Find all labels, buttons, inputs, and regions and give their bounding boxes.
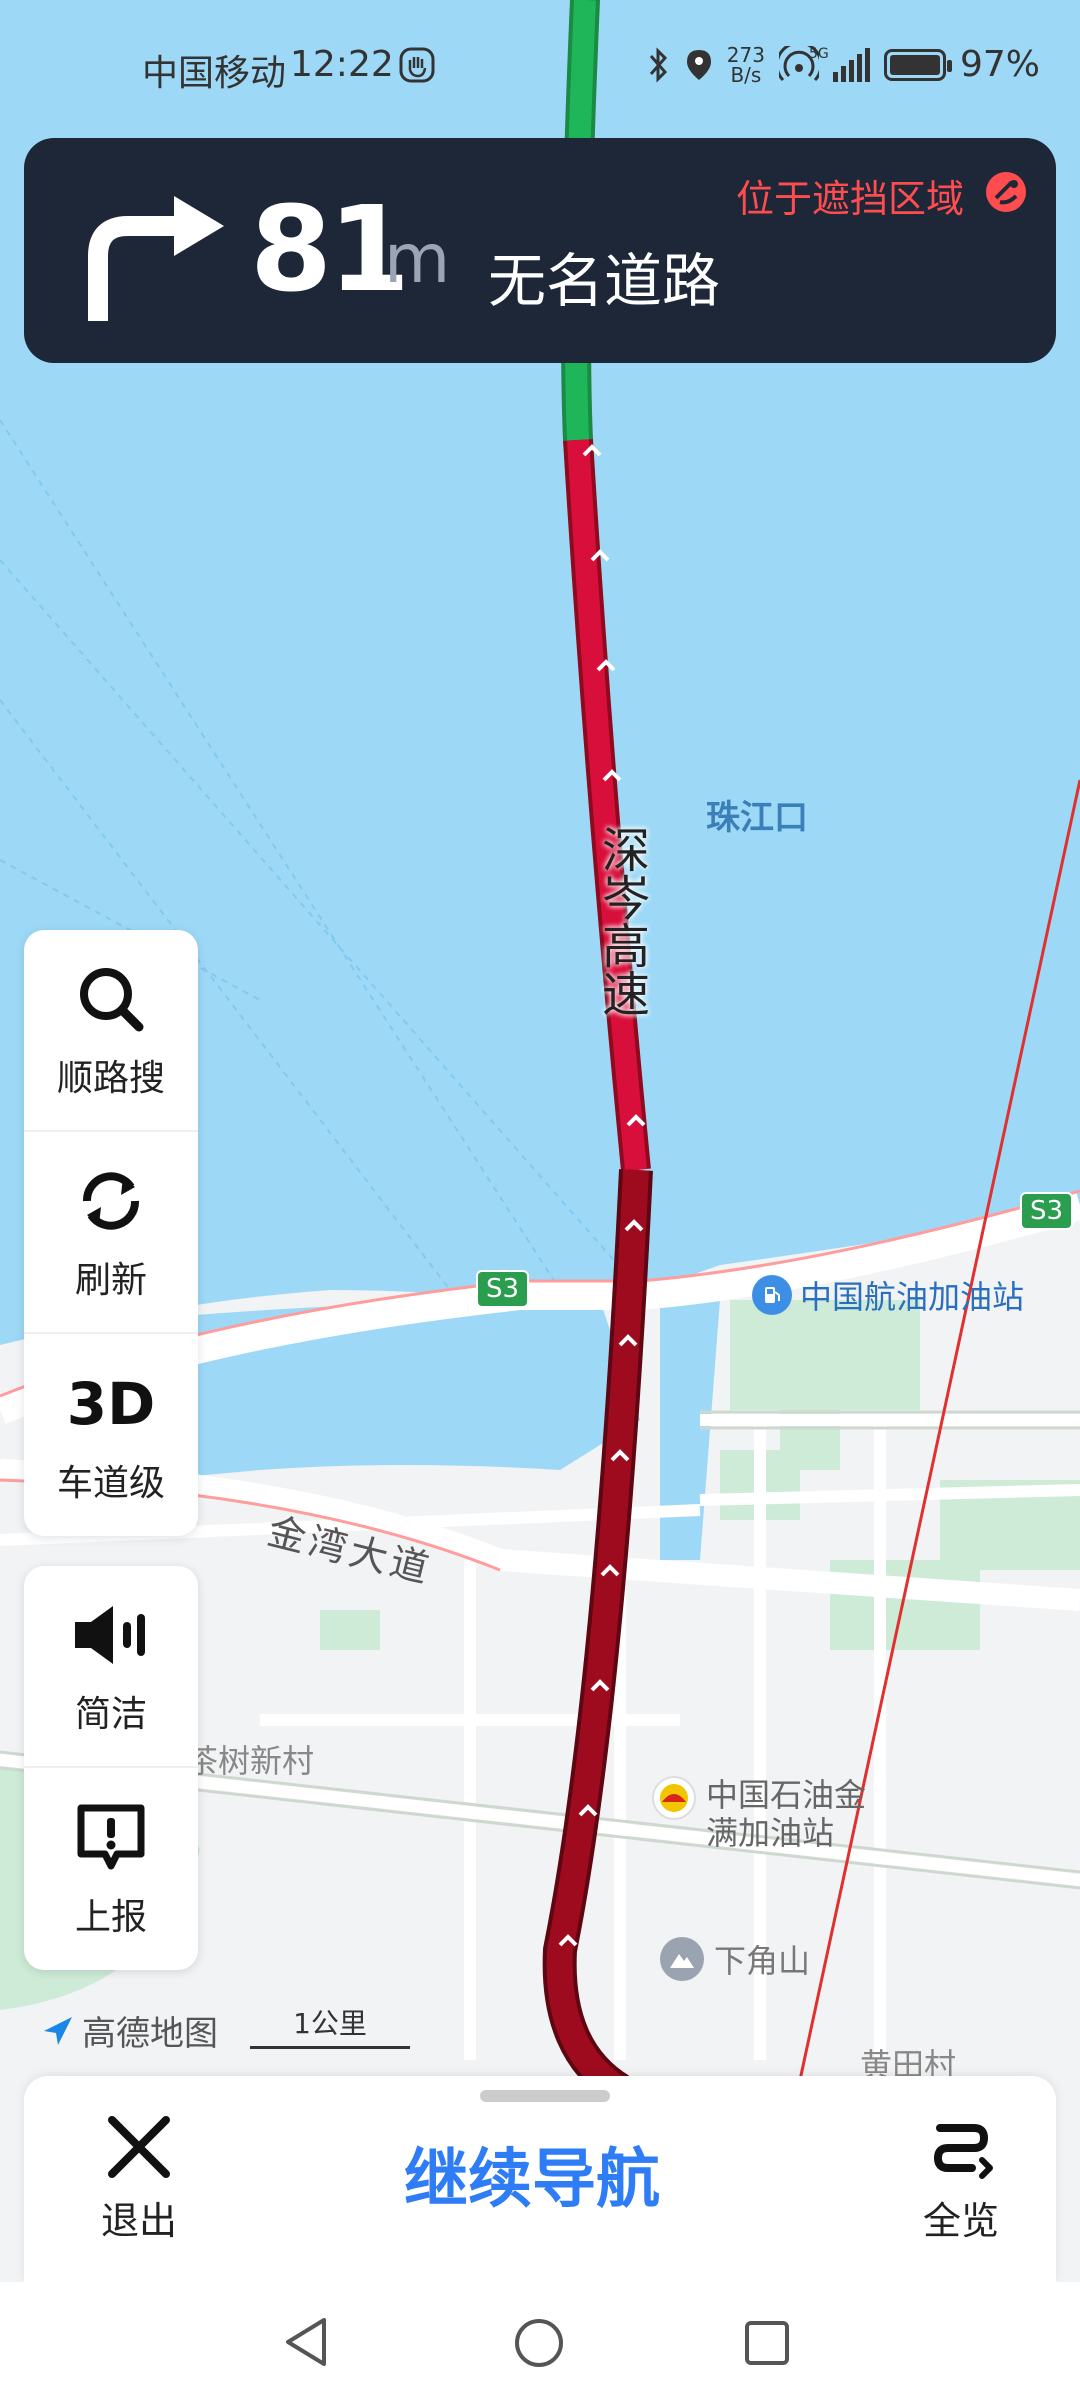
- distance-value: 81: [250, 180, 410, 318]
- lane-level-label: 车道级: [56, 1463, 165, 1504]
- map-scale: 1公里: [250, 2002, 410, 2049]
- carrier-name: 中国移动: [142, 53, 287, 94]
- satellite-icon: [986, 172, 1026, 212]
- report-icon: [77, 1804, 145, 1870]
- amap-logo-icon: [44, 2016, 72, 2045]
- mountain-icon: [660, 1937, 704, 1981]
- search-along-route-label: 顺路搜: [56, 1058, 165, 1099]
- report-label: 上报: [74, 1897, 147, 1938]
- continue-navigation-button[interactable]: 继续导航: [404, 2128, 660, 2220]
- exit-label: 退出: [100, 2199, 177, 2243]
- status-time: 12:22: [290, 44, 394, 85]
- location-icon: [686, 49, 711, 80]
- map-logo: 高德地图: [40, 2006, 218, 2055]
- mountain-poi[interactable]: 下角山: [660, 1936, 810, 1982]
- battery-percent: 97%: [959, 44, 1040, 85]
- expressway-shield-left: S3: [476, 1270, 530, 1308]
- back-icon[interactable]: [282, 2316, 330, 2368]
- home-icon[interactable]: [514, 2318, 564, 2368]
- overview-label: 全览: [922, 2199, 999, 2243]
- search-along-route-button[interactable]: 顺路搜: [24, 930, 198, 1132]
- gps-blocked-warning: 位于遮挡区域: [735, 177, 964, 221]
- overview-button[interactable]: 全览: [906, 2112, 1016, 2245]
- water-label: 珠江口: [706, 798, 808, 838]
- next-road-name: 无名道路: [488, 247, 721, 315]
- report-button[interactable]: 上报: [24, 1768, 198, 1970]
- status-bar: 中国移动 12:22 273 B/s 5G 97%: [0, 28, 1080, 100]
- 3d-icon: 3D: [66, 1370, 156, 1438]
- navigation-instruction-card[interactable]: 81 m 无名道路 位于遮挡区域: [24, 138, 1056, 363]
- refresh-button[interactable]: 刷新: [24, 1132, 198, 1334]
- petrochina-logo-icon: [652, 1776, 696, 1820]
- refresh-label: 刷新: [74, 1260, 147, 1301]
- search-icon: [80, 968, 144, 1032]
- turn-right-icon: [88, 196, 224, 321]
- system-navigation-bar: [0, 2282, 1080, 2400]
- refresh-icon: [82, 1172, 140, 1230]
- gas-station-poi[interactable]: 中国航油加油站: [752, 1272, 1024, 1318]
- net-speed: 273 B/s: [726, 42, 765, 87]
- close-icon: [108, 2116, 170, 2178]
- voice-mode-button[interactable]: 简洁: [24, 1566, 198, 1768]
- bluetooth-icon: [649, 46, 667, 83]
- petrochina-poi[interactable]: 中国石油金 满加油站: [652, 1776, 866, 1852]
- bottom-control-card: 退出 继续导航 全览: [24, 2076, 1056, 2282]
- petrochina-label-line1: 中国石油金: [706, 1776, 867, 1814]
- tools-panel-bottom: 简洁 上报: [24, 1566, 198, 1970]
- exit-button[interactable]: 退出: [84, 2112, 194, 2245]
- battery-icon: [883, 48, 952, 81]
- map-logo-text: 高德地图: [82, 2014, 218, 2054]
- signal-icon: 5G: [809, 46, 870, 82]
- fuel-icon: [752, 1275, 792, 1315]
- tools-panel-top: 顺路搜 刷新 3D 车道级: [24, 930, 198, 1536]
- gas-station-label: 中国航油加油站: [800, 1278, 1025, 1316]
- recents-icon[interactable]: [744, 2320, 790, 2366]
- hand-icon: [399, 47, 435, 83]
- distance-unit: m: [384, 220, 451, 299]
- speaker-icon: [75, 1606, 145, 1664]
- highway-label: 深岑高速: [593, 825, 649, 1017]
- expressway-shield-right: S3: [1020, 1192, 1074, 1230]
- overview-icon: [933, 2124, 993, 2179]
- petrochina-label-line2: 满加油站: [706, 1814, 835, 1852]
- voice-mode-label: 简洁: [74, 1694, 147, 1735]
- village-label-1: 茶树新村: [186, 1742, 315, 1780]
- mountain-label: 下角山: [714, 1942, 811, 1980]
- drag-handle[interactable]: [480, 2090, 610, 2102]
- lane-level-3d-button[interactable]: 3D 车道级: [24, 1334, 198, 1536]
